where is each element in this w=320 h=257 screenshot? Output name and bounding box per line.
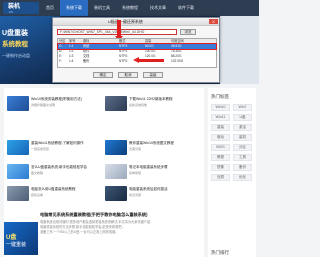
card-thumbnail[interactable] (105, 140, 127, 155)
col-header: 分区 (59, 39, 66, 43)
hero-title: U盘重装 (2, 30, 29, 37)
dialog-buttons: 确定 取消 高级 (93, 72, 163, 78)
sidebar-title-ranking: 热门排行 (211, 250, 229, 255)
hero-subtitle: 系统教程 (2, 41, 28, 48)
tag-item[interactable]: 驱动 (211, 134, 230, 141)
card-title[interactable]: 电脑怎么用U盘重装系统教程 (31, 187, 101, 192)
nav-item-articles[interactable]: 技术文章 (144, 0, 172, 16)
tag-item[interactable]: BIOS (211, 144, 230, 151)
card-title[interactable]: 笔记本电脑重装系统步骤 (129, 165, 199, 170)
card-title[interactable]: 电脑重装系统后如何激活 (129, 187, 199, 192)
top-navbar: 装机 .cn 首页 系统下载 装机工具 系统教程 技术文章 软件下载 (0, 0, 259, 16)
card-desc: 详细步骤图文说明 (31, 103, 56, 107)
tag-item[interactable]: U盘 (233, 114, 252, 121)
sidebar-title: 热门标签 (211, 94, 229, 99)
dialog-title: U极速一键还原系统 (108, 19, 143, 24)
card-desc: 最新系统镜像 (129, 103, 148, 107)
nav-item-home[interactable]: 首页 (40, 0, 60, 16)
col-header: 序号 (69, 39, 76, 43)
nav-item-system-download[interactable]: 系统下载 (60, 0, 88, 16)
table-cell: 1:4 (69, 59, 74, 63)
dialog-titlebar[interactable]: U极速一键还原系统 X (53, 18, 219, 26)
card-thumbnail[interactable] (105, 164, 127, 179)
card-title[interactable]: 教你重装Win10系统图文教程 (129, 141, 199, 146)
table-cell: 102.90G (171, 59, 184, 63)
tag-item[interactable]: Win7 (233, 104, 252, 111)
close-button[interactable]: X (209, 19, 218, 24)
card-desc: 常见问题 (129, 193, 142, 197)
hero-caption: 一键制作启动盘 (2, 53, 30, 58)
tag-item[interactable]: 优化 (233, 174, 252, 181)
tag-item[interactable]: 分区 (233, 144, 252, 151)
card-desc: 一键完成安装 (31, 147, 50, 151)
confirm-button[interactable]: 确定 (93, 72, 113, 78)
article-thumbnail-text: U盘 (6, 235, 17, 241)
card-thumbnail[interactable] (7, 186, 29, 201)
card-thumbnail[interactable] (7, 96, 29, 111)
nav-item-tutorials[interactable]: 系统教程 (116, 0, 144, 16)
card-title[interactable]: 重装Win11系统教程:了解如何操作 (31, 141, 101, 146)
article-excerpt: 准备工作:一个8G以上的U盘,一台可以正常上网的电脑。 (40, 230, 119, 234)
hero-right-panel (220, 16, 259, 84)
cancel-button[interactable]: 取消 (118, 72, 138, 78)
card-desc: 无需光驱 (129, 147, 142, 151)
card-title[interactable]: 怎么U盘重装系统:新手也能轻松学会 (31, 165, 101, 170)
tag-item[interactable]: 工具 (233, 154, 252, 161)
hero-left-panel (0, 16, 60, 84)
red-arrow-left-shape (138, 59, 164, 62)
main-nav: 首页 系统下载 装机工具 系统教程 技术文章 软件下载 (40, 0, 200, 16)
table-cell: F: (59, 59, 62, 63)
browse-button[interactable]: 浏览 (180, 29, 196, 35)
table-cell: 备份 (83, 59, 90, 63)
restore-dialog: U极速一键还原系统 X F:\WIN7\GHOST_WIN7_SP1_X64_V… (52, 17, 220, 83)
article-thumbnail-text: 一键重装 (6, 242, 27, 248)
sidebar: 热门标签 Win10 Win7 Win11 U盘 重装 激活 驱动 装机 BIO… (208, 88, 256, 257)
nav-item-software[interactable]: 软件下载 (172, 0, 200, 16)
article-excerpt: 电脑重装系统的方法步骤,新手也能轻松学会,赶快来看看吧。 (40, 225, 125, 229)
card-thumbnail[interactable] (105, 186, 127, 201)
tag-item[interactable]: 备份 (233, 164, 252, 171)
card-thumbnail[interactable] (7, 164, 29, 179)
card-desc: 图文教程 (31, 171, 44, 175)
article-excerpt: 电脑系统出现问题时,很多用户都会选择重装系统来解决,本文将为大家详细介绍 (40, 220, 151, 224)
card-desc: 装机必看 (31, 193, 44, 197)
tag-item[interactable]: Win11 (211, 114, 230, 121)
article-title[interactable]: 电脑常见系统系统重装教程(手把手教你电脑怎么重装系统) (40, 212, 147, 218)
partition-table: 分区 序号 卷标 格式 容量 可用空间 C: 1:1 系统 NTFS 60.0G… (57, 38, 217, 68)
card-title[interactable]: Win10系统安装教程(附使用方法) (31, 97, 101, 102)
logo-sub: .cn (8, 10, 13, 14)
advanced-button[interactable]: 高级 (143, 72, 163, 78)
col-header: 格式 (119, 39, 126, 43)
card-thumbnail[interactable] (7, 140, 29, 155)
tag-item[interactable]: 重装 (211, 124, 230, 131)
featured-article: 电脑常见系统系统重装教程(手把手教你电脑怎么重装系统) 电脑系统出现问题时,很多… (4, 208, 200, 255)
col-header: 卷标 (83, 39, 90, 43)
nav-item-tools[interactable]: 装机工具 (88, 0, 116, 16)
tag-item[interactable]: 装机 (233, 134, 252, 141)
card-title[interactable]: 下载Win11 22H2新版本教程 (129, 97, 199, 102)
tag-item[interactable]: 教程 (211, 154, 230, 161)
card-thumbnail[interactable] (105, 96, 127, 111)
tag-item[interactable]: 镜像 (211, 164, 230, 171)
site-logo[interactable]: 装机 .cn (3, 2, 39, 14)
page: 装机 .cn 首页 系统下载 装机工具 系统教程 技术文章 软件下载 U盘重装 … (0, 0, 259, 257)
tag-item[interactable]: 激活 (233, 124, 252, 131)
red-arrow-down-shape (117, 20, 121, 37)
col-header: 容量 (145, 39, 152, 43)
tag-item[interactable]: 还原 (211, 174, 230, 181)
tag-item[interactable]: Win10 (211, 104, 230, 111)
card-desc: 简单易懂 (129, 171, 142, 175)
col-header: 可用空间 (171, 39, 184, 43)
